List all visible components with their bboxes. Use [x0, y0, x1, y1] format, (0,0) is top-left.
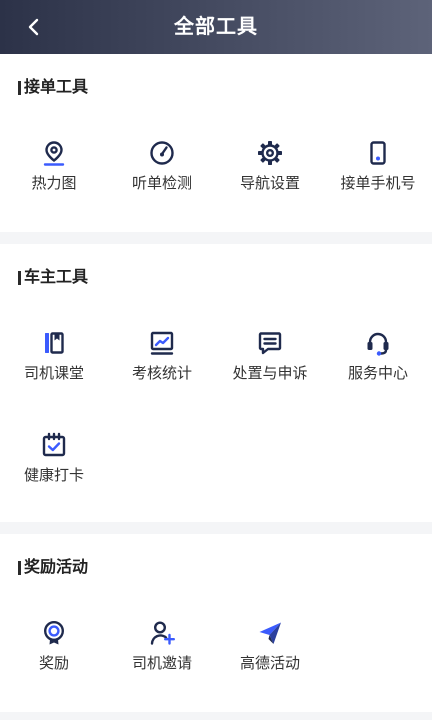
tool-label: 高德活动 — [239, 655, 300, 672]
tool-driver-invite[interactable]: 司机邀请 — [108, 620, 216, 674]
tool-rewards[interactable]: 奖励 — [0, 620, 108, 674]
section-owner-tools: 车主工具 司机课堂 考核统计 处置与申诉 服务中心 健康打卡 — [0, 244, 432, 522]
tool-driver-classroom[interactable]: 司机课堂 — [0, 330, 108, 384]
tool-label: 热力图 — [31, 175, 77, 192]
section-title: 奖励活动 — [0, 558, 432, 578]
tool-grid: 奖励 司机邀请 高德活动 — [0, 620, 432, 674]
tool-label: 听单检测 — [131, 175, 192, 192]
section-title-bar — [18, 81, 21, 95]
headset-icon — [365, 330, 391, 356]
message-icon — [257, 330, 283, 356]
section-title-text: 接单工具 — [24, 79, 89, 96]
section-title-text: 车主工具 — [24, 269, 89, 286]
tool-label: 导航设置 — [239, 175, 300, 192]
tool-label: 处置与申诉 — [232, 365, 308, 382]
section-title-bar — [18, 271, 21, 285]
gear-icon — [257, 140, 283, 166]
tool-handling-appeal[interactable]: 处置与申诉 — [216, 330, 324, 384]
calendar-check-icon — [41, 432, 67, 458]
user-plus-icon — [149, 620, 175, 646]
tool-label: 接单手机号 — [340, 175, 416, 192]
tool-label: 考核统计 — [131, 365, 192, 382]
chevron-left-icon — [28, 18, 39, 36]
top-app-bar: 全部工具 — [0, 0, 432, 54]
phone-icon — [365, 140, 391, 166]
location-pin-icon — [41, 140, 67, 166]
section-title: 车主工具 — [0, 268, 432, 288]
tool-order-listening-check[interactable]: 听单检测 — [108, 140, 216, 194]
tool-navigation-settings[interactable]: 导航设置 — [216, 140, 324, 194]
tool-assessment-stats[interactable]: 考核统计 — [108, 330, 216, 384]
medal-icon — [41, 620, 67, 646]
tool-amap-activity[interactable]: 高德活动 — [216, 620, 324, 674]
section-title: 接单工具 — [0, 78, 432, 98]
tool-label: 奖励 — [38, 655, 69, 672]
section-order-tools: 接单工具 热力图 听单检测 导航设置 接单手机号 — [0, 54, 432, 232]
gauge-icon — [149, 140, 175, 166]
page-title: 全部工具 — [174, 16, 258, 38]
tool-service-center[interactable]: 服务中心 — [324, 330, 432, 384]
section-reward-activities: 奖励活动 奖励 司机邀请 高德活动 — [0, 534, 432, 712]
tool-label: 服务中心 — [347, 365, 408, 382]
tool-label: 司机课堂 — [23, 365, 84, 382]
tool-grid: 热力图 听单检测 导航设置 接单手机号 — [0, 140, 432, 194]
tool-label: 健康打卡 — [23, 467, 84, 484]
section-title-text: 奖励活动 — [24, 559, 89, 576]
book-icon — [41, 330, 67, 356]
paper-plane-icon — [257, 620, 283, 646]
section-title-bar — [18, 561, 21, 575]
back-button[interactable] — [22, 15, 46, 39]
tool-grid: 司机课堂 考核统计 处置与申诉 服务中心 健康打卡 — [0, 330, 432, 486]
tool-heatmap[interactable]: 热力图 — [0, 140, 108, 194]
tool-label: 司机邀请 — [131, 655, 192, 672]
chart-icon — [149, 330, 175, 356]
tool-health-checkin[interactable]: 健康打卡 — [0, 432, 108, 486]
tool-order-phone-number[interactable]: 接单手机号 — [324, 140, 432, 194]
